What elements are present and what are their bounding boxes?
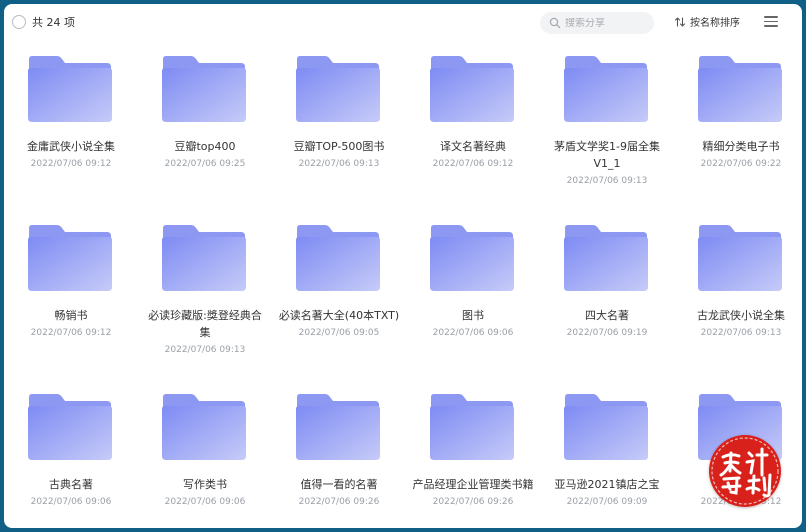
folder-item[interactable]: 值得一看的名著 2022/07/06 09:26 bbox=[272, 380, 406, 528]
folder-item[interactable]: 亚马逊2021镇店之宝 2022/07/06 09:09 bbox=[540, 380, 674, 528]
folder-item[interactable]: 写作类书 2022/07/06 09:06 bbox=[138, 380, 272, 528]
folder-icon bbox=[296, 225, 380, 291]
folder-date: 2022/07/06 09:13 bbox=[164, 345, 246, 355]
folder-item[interactable]: 精细分类电子书 2022/07/06 09:22 bbox=[674, 42, 802, 202]
folder-icon bbox=[564, 394, 648, 460]
folder-icon bbox=[430, 394, 514, 460]
folder-date: 2022/07/06 09:19 bbox=[566, 328, 648, 338]
folder-item[interactable]: 茅盾文学奖1-9届全集V1_1 2022/07/06 09:13 bbox=[540, 42, 674, 202]
folder-icon bbox=[162, 56, 246, 122]
folder-date: 2022/07/06 09:09 bbox=[566, 497, 648, 507]
folder-date: 2022/07/06 09:06 bbox=[432, 328, 514, 338]
folder-date: 2022/07/06 09:26 bbox=[298, 497, 380, 507]
select-all-radio-icon[interactable] bbox=[12, 15, 26, 29]
folder-icon bbox=[28, 56, 112, 122]
folder-date: 2022/07/06 09:13 bbox=[298, 159, 380, 169]
folder-icon bbox=[162, 225, 246, 291]
folder-icon bbox=[162, 394, 246, 460]
folder-icon bbox=[296, 56, 380, 122]
folder-icon bbox=[564, 56, 648, 122]
folder-icon bbox=[698, 56, 782, 122]
folder-name: 豆瓣TOP-500图书 bbox=[293, 140, 385, 153]
folder-item[interactable]: 必读名著大全(40本TXT) 2022/07/06 09:05 bbox=[272, 211, 406, 371]
folder-name: 译文名著经典 bbox=[440, 140, 506, 153]
folder-name: 金庸武侠小说全集 bbox=[27, 140, 115, 153]
folder-item[interactable]: 金庸武侠小说全集 2022/07/06 09:12 bbox=[4, 42, 138, 202]
folder-icon bbox=[28, 225, 112, 291]
folder-icon bbox=[564, 225, 648, 291]
folder-icon bbox=[296, 394, 380, 460]
folder-date: 2022/07/06 09:13 bbox=[700, 328, 782, 338]
folder-name: 畅销书 bbox=[54, 309, 88, 322]
folder-name: 亚马逊2021镇店之宝 bbox=[554, 478, 660, 491]
folder-icon bbox=[28, 394, 112, 460]
toolbar: 共 24 项 按名称排序 bbox=[4, 4, 802, 40]
folder-date: 2022/07/06 09:25 bbox=[164, 159, 246, 169]
folder-date: 2022/07/06 09:06 bbox=[164, 497, 246, 507]
folder-name: 产品经理企业管理类书籍 bbox=[412, 478, 534, 491]
folder-icon bbox=[430, 56, 514, 122]
folder-item[interactable]: 豆瓣top400 2022/07/06 09:25 bbox=[138, 42, 272, 202]
folder-icon bbox=[430, 225, 514, 291]
sort-arrows-icon bbox=[674, 16, 686, 27]
folder-date: 2022/07/06 09:05 bbox=[298, 328, 380, 338]
folder-name: 茅盾文学奖1-9届全集V1_1 bbox=[554, 140, 660, 170]
folder-name: 古龙武侠小说全集 bbox=[697, 309, 785, 322]
folder-item[interactable]: 豆瓣TOP-500图书 2022/07/06 09:13 bbox=[272, 42, 406, 202]
folder-name: 四大名著 bbox=[585, 309, 629, 322]
search-icon bbox=[549, 17, 561, 29]
folder-date: 2022/07/06 09:22 bbox=[700, 159, 782, 169]
folder-date: 2022/07/06 09:12 bbox=[30, 328, 112, 338]
search-input[interactable] bbox=[565, 17, 653, 29]
folder-item[interactable]: 必读珍藏版:獎登经典合集 2022/07/06 09:13 bbox=[138, 211, 272, 371]
folder-item[interactable]: 畅销书 2022/07/06 09:12 bbox=[4, 211, 138, 371]
folder-date: 2022/07/06 09:12 bbox=[432, 159, 514, 169]
folder-item[interactable]: 四大名著 2022/07/06 09:19 bbox=[540, 211, 674, 371]
folder-date: 2022/07/06 09:06 bbox=[30, 497, 112, 507]
sort-button[interactable]: 按名称排序 bbox=[674, 14, 740, 29]
folder-date: 2022/07/06 09:26 bbox=[432, 497, 514, 507]
folder-item[interactable]: 图书 2022/07/06 09:06 bbox=[406, 211, 540, 371]
folder-item[interactable]: 译文名著经典 2022/07/06 09:12 bbox=[406, 42, 540, 202]
folder-name: 值得一看的名著 bbox=[300, 478, 378, 491]
folder-name: 必读珍藏版:獎登经典合集 bbox=[148, 309, 262, 339]
share-file-browser: 共 24 项 按名称排序 金庸武侠小说 bbox=[4, 4, 802, 528]
folder-name: 豆瓣top400 bbox=[174, 140, 236, 153]
folder-date: 2022/07/06 09:13 bbox=[566, 176, 648, 186]
search-box[interactable] bbox=[540, 12, 654, 34]
watermark-logo bbox=[711, 437, 779, 505]
sort-label: 按名称排序 bbox=[690, 18, 740, 29]
folder-item[interactable]: 古龙武侠小说全集 2022/07/06 09:13 bbox=[674, 211, 802, 371]
folder-item[interactable]: 古典名著 2022/07/06 09:06 bbox=[4, 380, 138, 528]
folder-name: 图书 bbox=[462, 309, 484, 322]
folder-name: 精细分类电子书 bbox=[702, 140, 780, 153]
hamburger-menu-icon[interactable] bbox=[764, 16, 778, 28]
watermark-stamp bbox=[709, 435, 781, 507]
folder-name: 写作类书 bbox=[183, 478, 227, 491]
folder-name: 必读名著大全(40本TXT) bbox=[278, 309, 400, 322]
folder-icon bbox=[698, 225, 782, 291]
item-count: 共 24 项 bbox=[32, 16, 75, 29]
folder-name: 古典名著 bbox=[49, 478, 93, 491]
folder-item[interactable]: 产品经理企业管理类书籍 2022/07/06 09:26 bbox=[406, 380, 540, 528]
folder-date: 2022/07/06 09:12 bbox=[30, 159, 112, 169]
